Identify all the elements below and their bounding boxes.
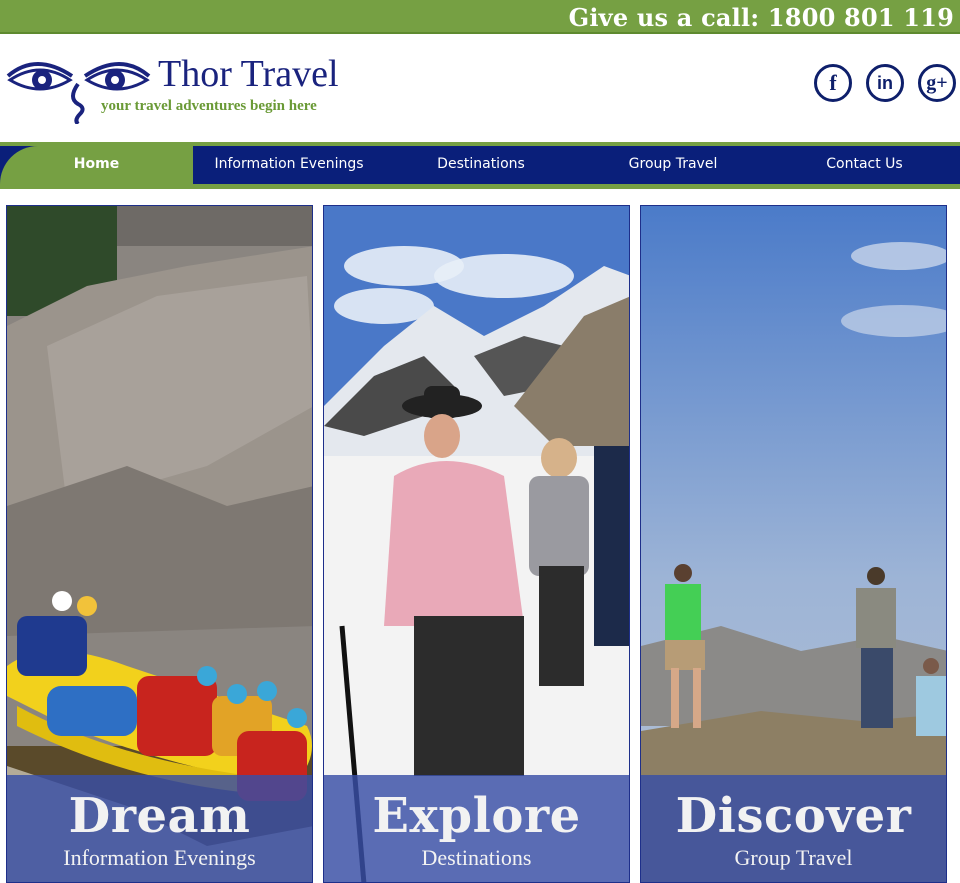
site-logo[interactable]: Thor Travel your travel adventures begin…	[6, 52, 351, 124]
panel-discover[interactable]: Discover Group Travel	[640, 205, 947, 883]
panel-title: Discover	[675, 788, 912, 844]
phone-callout[interactable]: Give us a call: 1800 801 119	[569, 3, 954, 32]
call-bar: Give us a call: 1800 801 119	[0, 0, 960, 34]
google-plus-icon[interactable]: g+	[918, 64, 956, 102]
linkedin-icon[interactable]: in	[866, 64, 904, 102]
nav-item-home[interactable]: Home	[0, 146, 193, 184]
panel-title: Dream	[68, 788, 251, 844]
panel-caption: Explore Destinations	[324, 775, 629, 882]
nav-item-contact-us[interactable]: Contact Us	[769, 146, 960, 184]
panel-explore[interactable]: Explore Destinations	[323, 205, 630, 883]
nav-item-destinations[interactable]: Destinations	[385, 146, 577, 184]
main-nav: Home Information Evenings Destinations G…	[0, 146, 960, 189]
panel-dream[interactable]: Dream Information Evenings	[6, 205, 313, 883]
panel-caption: Dream Information Evenings	[7, 775, 312, 882]
logo-title: Thor Travel	[158, 53, 339, 95]
facebook-icon[interactable]: f	[814, 64, 852, 102]
panel-caption: Discover Group Travel	[641, 775, 946, 882]
panel-link[interactable]: Destinations	[324, 845, 629, 871]
nav-item-group-travel[interactable]: Group Travel	[577, 146, 769, 184]
site-header: Thor Travel your travel adventures begin…	[0, 34, 960, 142]
panel-link[interactable]: Information Evenings	[7, 845, 312, 871]
panel-title: Explore	[372, 788, 581, 844]
logo-tagline: your travel adventures begin here	[101, 98, 317, 114]
nav-item-information-evenings[interactable]: Information Evenings	[193, 146, 385, 184]
panel-link[interactable]: Group Travel	[641, 845, 946, 871]
